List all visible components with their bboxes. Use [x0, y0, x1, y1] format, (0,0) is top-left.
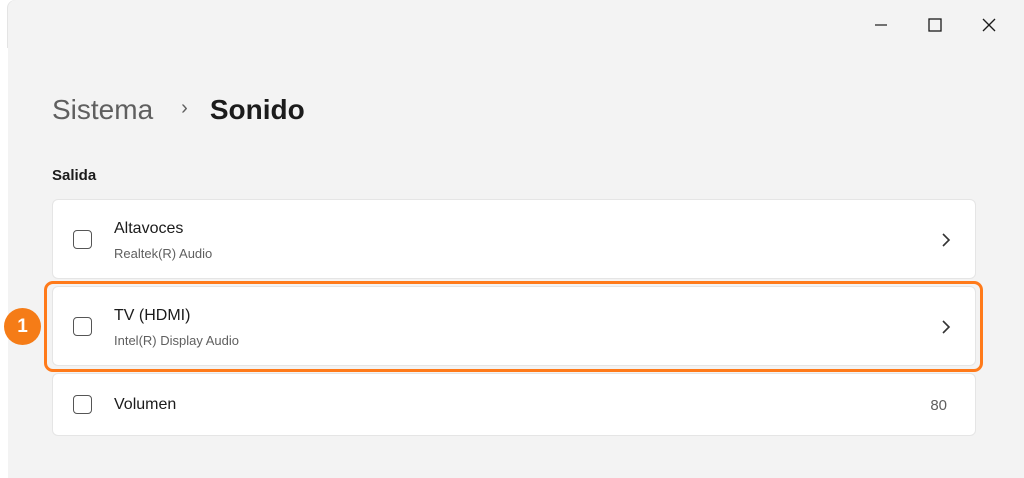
page-title: Sonido [209, 94, 305, 125]
volume-checkbox[interactable] [73, 395, 92, 414]
volume-label: Volumen [114, 396, 177, 413]
minimize-button[interactable] [858, 4, 904, 46]
volume-value: 80 [930, 397, 947, 414]
device-checkbox[interactable] [73, 230, 92, 249]
step-badge: 1 [4, 308, 41, 345]
close-button[interactable] [966, 4, 1012, 46]
highlight-frame [44, 281, 983, 372]
device-subtitle: Realtek(R) Audio [114, 246, 213, 261]
side-edge [0, 48, 8, 478]
breadcrumb-parent-link[interactable]: Sistema [52, 94, 153, 126]
close-icon [982, 18, 996, 32]
device-title: Altavoces [114, 220, 184, 237]
section-label-output: Salida [52, 167, 97, 184]
minimize-icon [875, 24, 887, 26]
chevron-right-icon [942, 233, 951, 247]
breadcrumb-chevron-icon: › [181, 96, 188, 119]
volume-card[interactable]: Volumen 80 [52, 373, 976, 436]
maximize-button[interactable] [912, 4, 958, 46]
breadcrumb: Sistema › Sonido [52, 90, 305, 130]
device-card-speakers[interactable]: Altavoces Realtek(R) Audio [52, 199, 976, 279]
maximize-icon [928, 18, 942, 32]
